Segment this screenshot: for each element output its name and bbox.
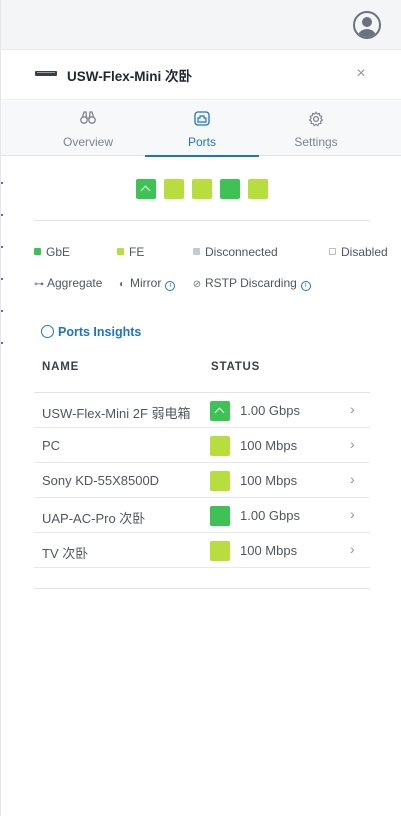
gear-icon <box>259 101 373 127</box>
table-row[interactable]: PC 100 Mbps › <box>34 428 370 463</box>
chevron-right-icon[interactable]: › <box>350 436 355 452</box>
legend-aggregate: ⊶ Aggregate <box>34 276 102 290</box>
port-4[interactable] <box>220 179 240 199</box>
port-status-uplink-icon <box>210 401 230 421</box>
port-1[interactable] <box>136 179 156 199</box>
tab-overview[interactable]: Overview <box>31 101 145 156</box>
port-status-icon <box>210 436 230 456</box>
legend-disconnected: Disconnected <box>193 245 278 259</box>
port-5[interactable] <box>248 179 268 199</box>
legend-disabled: Disabled <box>329 245 388 259</box>
port-status-icon <box>210 471 230 491</box>
row-name: TV 次卧 <box>42 546 89 561</box>
user-avatar-icon[interactable] <box>353 11 381 39</box>
table-row[interactable]: Sony KD-55X8500D 100 Mbps › <box>34 463 370 498</box>
port-status-icon <box>210 506 230 526</box>
divider <box>34 220 370 221</box>
ports-icon <box>145 101 259 126</box>
legend-gbe: GbE <box>34 245 70 259</box>
device-title: USW-Flex-Mini 次卧 <box>67 69 192 84</box>
mirror-info-icon[interactable]: i <box>165 281 176 291</box>
port-3[interactable] <box>192 179 212 199</box>
chevron-right-icon[interactable]: › <box>350 506 355 522</box>
legend-rstp: ⊘ RSTP Discarding i <box>192 276 311 291</box>
left-edge-marks <box>1 150 3 410</box>
tab-bar: Overview Ports Settings <box>1 101 401 157</box>
table-row[interactable]: UAP-AC-Pro 次卧 1.00 Gbps › <box>34 498 370 533</box>
tab-settings[interactable]: Settings <box>259 101 373 156</box>
chevron-right-icon[interactable]: › <box>350 471 355 487</box>
binoculars-icon <box>31 101 145 125</box>
tab-ports[interactable]: Ports <box>145 101 259 157</box>
table-row[interactable]: TV 次卧 100 Mbps › <box>34 533 370 568</box>
tab-ports-label: Ports <box>187 135 216 149</box>
switch-device-icon <box>35 71 57 76</box>
row-name: Sony KD-55X8500D <box>42 473 160 488</box>
column-header-name: NAME <box>42 361 80 373</box>
panel-header: USW-Flex-Mini 次卧 × <box>1 50 401 100</box>
tab-overview-label: Overview <box>62 135 113 149</box>
legend-mirror-label: Mirror <box>130 276 162 290</box>
row-name: PC <box>42 438 61 453</box>
ports-insights-label: Ports Insights <box>58 325 142 339</box>
tab-settings-label: Settings <box>294 135 338 149</box>
row-speed: 1.00 Gbps <box>240 508 300 523</box>
lightbulb-icon <box>41 325 54 338</box>
aggregate-icon: ⊶ <box>34 279 44 290</box>
row-name: UAP-AC-Pro 次卧 <box>42 511 146 526</box>
mirror-icon: ◐ <box>118 279 126 290</box>
legend-aggregate-label: Aggregate <box>47 276 103 290</box>
row-speed: 100 Mbps <box>240 543 298 558</box>
legend-disconnected-label: Disconnected <box>205 245 278 259</box>
rstp-discarding-icon: ⊘ <box>192 279 202 290</box>
legend-mirror: ◐ Mirror i <box>117 276 176 291</box>
column-header-status: STATUS <box>211 361 261 373</box>
rstp-info-icon[interactable]: i <box>300 281 311 291</box>
chevron-right-icon[interactable]: › <box>350 401 355 417</box>
legend-fe-label: FE <box>129 245 145 259</box>
legend-gbe-label: GbE <box>46 245 71 259</box>
row-speed: 100 Mbps <box>240 473 298 488</box>
legend-rstp-label: RSTP Discarding <box>205 276 297 290</box>
port-status-icon <box>210 541 230 561</box>
port-2[interactable] <box>164 179 184 199</box>
close-icon[interactable]: × <box>353 63 369 85</box>
row-speed: 100 Mbps <box>240 438 298 453</box>
chevron-right-icon[interactable]: › <box>350 541 355 557</box>
legend-fe: FE <box>117 245 144 259</box>
device-panel: USW-Flex-Mini 次卧 × Overview Ports Settin… <box>0 0 401 816</box>
ports-insights-link[interactable]: Ports Insights <box>41 325 141 339</box>
row-speed: 1.00 Gbps <box>240 403 300 418</box>
divider <box>34 588 370 589</box>
top-bar <box>1 0 401 50</box>
legend-disabled-label: Disabled <box>341 245 388 259</box>
row-name: USW-Flex-Mini 2F 弱电箱 <box>42 406 191 421</box>
table-row[interactable]: USW-Flex-Mini 2F 弱电箱 1.00 Gbps › <box>34 393 370 428</box>
